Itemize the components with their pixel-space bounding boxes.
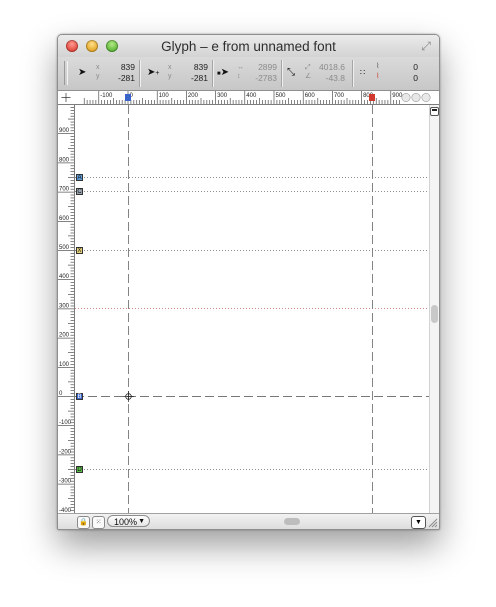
- ruler-tick-label: -300: [59, 479, 72, 485]
- zoom-value: 100%: [114, 517, 138, 527]
- height-icon: ↕: [237, 73, 241, 80]
- ruler-tick-label: 200: [59, 333, 70, 339]
- ruler-tick-label: 300: [217, 93, 228, 99]
- vertical-ruler-graphic: 900 800 700 600 500 400 300 200 100 0 -100 -200 -300…: [58, 107, 74, 513]
- selection-y-value: -281: [190, 73, 208, 83]
- ruler-control-icon: [401, 93, 411, 102]
- ruler-tick-label: -100: [100, 93, 113, 99]
- left-sidebearing-marker: [125, 94, 131, 101]
- horizontal-ruler[interactable]: -100 0 100 200 300 400 500 600 700 800 900: [58, 91, 439, 105]
- count-bottom-value: 0: [413, 73, 418, 83]
- horizontal-scroll-thumb[interactable]: [284, 518, 300, 525]
- metric-markers: AC X B D: [75, 105, 85, 513]
- ruler-tick-label: 400: [246, 93, 257, 99]
- title-bar[interactable]: Glyph – e from unnamed font ⤢: [58, 35, 439, 57]
- measure-icon[interactable]: ⤡: [287, 68, 295, 78]
- origin-crosshair-icon: [123, 391, 134, 402]
- ascender-marker[interactable]: A: [76, 174, 83, 181]
- canvas-graphic: [75, 105, 429, 513]
- fullscreen-icon[interactable]: ⤢: [419, 39, 433, 53]
- ruler-tick-label: 500: [59, 245, 70, 251]
- distance-value: 4018.6: [319, 62, 345, 72]
- angle-value: -43.8: [325, 73, 345, 83]
- delta-y-value: -2783: [255, 73, 277, 83]
- ruler-tick-label: 700: [334, 93, 345, 99]
- ruler-tick-label: 300: [59, 303, 70, 309]
- grid-icon[interactable]: ⁙: [92, 516, 105, 529]
- chevron-down-icon: ▼: [138, 518, 145, 525]
- ruler-tick-label: 900: [59, 128, 70, 134]
- glyph-canvas[interactable]: [75, 105, 429, 513]
- delta-pointer-icon[interactable]: ■➤: [217, 68, 229, 79]
- zoom-select[interactable]: 100% ▼: [107, 515, 150, 527]
- vertical-scrollbar[interactable]: [429, 105, 439, 513]
- ruler-tick-label: 0: [59, 391, 63, 397]
- lock-icon[interactable]: 🔒: [77, 516, 90, 529]
- info-toolbar: ➤ x y 839 -281 ➤+ x y 839 -281 ■➤ ↔ ↕ 28…: [58, 57, 439, 91]
- toolbar-separator: [352, 60, 354, 87]
- diagonal-icon: ⤢: [305, 64, 311, 71]
- ruler-tick-label: -100: [59, 420, 72, 426]
- vertical-ruler[interactable]: 900 800 700 600 500 400 300 200 100 0 -100 -200 -300…: [58, 105, 75, 513]
- pointer-y-value: -281: [117, 73, 135, 83]
- ruler-tick-label: 200: [188, 93, 199, 99]
- ruler-tick-label: -200: [59, 449, 72, 455]
- y-label: y: [168, 73, 172, 80]
- selection-x-value: 839: [193, 62, 208, 72]
- delta-x-value: 2899: [258, 62, 277, 72]
- toolbar-separator: [139, 60, 141, 87]
- angle-icon: ∠: [305, 73, 312, 80]
- bottom-status-bar: 🔒 ⁙ 100% ▼ ▼: [58, 513, 439, 529]
- ruler-control-icon: [421, 93, 431, 102]
- ruler-tick-label: 400: [59, 274, 70, 280]
- x-height-marker[interactable]: X: [76, 247, 83, 254]
- ruler-tick-label: 600: [305, 93, 316, 99]
- ruler-tick-label: 100: [59, 362, 70, 368]
- resize-grip-icon[interactable]: [427, 517, 438, 528]
- scroll-menu-icon[interactable]: [430, 107, 439, 116]
- glyph-window: Glyph – e from unnamed font ⤢ ➤ x y 839 …: [57, 34, 440, 530]
- y-label: y: [96, 73, 100, 80]
- ruler-tick-label: 100: [159, 93, 170, 99]
- vertical-scroll-thumb[interactable]: [431, 305, 438, 323]
- kern-alert-icon: ⌇: [376, 73, 380, 80]
- window-title: Glyph – e from unnamed font: [161, 39, 336, 54]
- toolbar-separator: [281, 60, 283, 87]
- pointer-plus-icon[interactable]: ➤+: [147, 68, 159, 79]
- ruler-tick-label: 700: [59, 187, 70, 193]
- advance-width-marker: [369, 94, 375, 101]
- descender-marker[interactable]: D: [76, 466, 83, 473]
- ruler-tick-label: 500: [276, 93, 287, 99]
- width-icon: ↔: [237, 64, 244, 71]
- arrow-pointer-icon[interactable]: ➤: [78, 68, 86, 78]
- points-icon[interactable]: ∷: [360, 68, 365, 78]
- baseline-marker[interactable]: B: [76, 393, 83, 400]
- ruler-tick-label: 600: [59, 216, 70, 222]
- ruler-tick-label: 800: [59, 157, 70, 163]
- horizontal-ruler-graphic: -100 0 100 200 300 400 500 600 700 800 900: [61, 91, 431, 104]
- pointer-x-value: 839: [120, 62, 135, 72]
- dropdown-button[interactable]: ▼: [411, 516, 426, 529]
- cap-height-marker[interactable]: C: [76, 188, 83, 195]
- x-label: x: [168, 64, 172, 71]
- count-top-value: 0: [413, 62, 418, 72]
- toolbar-grip: [64, 61, 68, 85]
- ruler-control-icon: [411, 93, 421, 102]
- toolbar-separator: [212, 60, 214, 87]
- x-label: x: [96, 64, 100, 71]
- ruler-tick-label: 900: [392, 93, 403, 99]
- kern-icon: ⌇: [376, 63, 380, 70]
